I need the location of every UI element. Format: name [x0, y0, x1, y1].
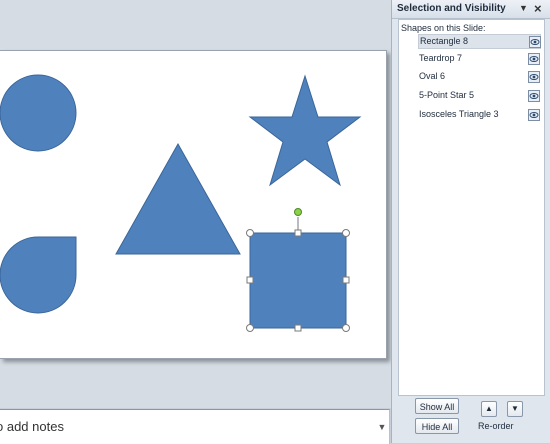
pane-title: Selection and Visibility — [397, 3, 506, 14]
shape-item-label: Rectangle 8 — [420, 36, 469, 46]
triangle-shape[interactable] — [115, 142, 241, 255]
chevron-down-icon[interactable]: ▼ — [519, 3, 528, 13]
reorder-label: Re-order — [478, 421, 514, 431]
shape-list-panel: Shapes on this Slide: Rectangle 8 Teardr… — [398, 19, 545, 396]
shape-item-label: Oval 6 — [419, 71, 446, 81]
eye-icon[interactable] — [528, 71, 540, 83]
side-handle-bottom[interactable] — [294, 324, 302, 332]
hide-all-button[interactable]: Hide All — [415, 418, 459, 434]
scroll-down-icon[interactable]: ▼ — [377, 420, 387, 434]
side-handle-top[interactable] — [294, 229, 302, 237]
rectangle-shape[interactable] — [249, 232, 347, 329]
corner-handle-tl[interactable] — [246, 229, 254, 237]
corner-handle-br[interactable] — [342, 324, 350, 332]
list-heading: Shapes on this Slide: — [401, 23, 486, 33]
arrow-down-icon: ▼ — [511, 404, 519, 413]
shape-item-teardrop[interactable]: Teardrop 7 — [418, 52, 541, 67]
pane-header: Selection and Visibility ▼ × — [392, 0, 550, 19]
teardrop-shape[interactable] — [0, 236, 77, 314]
shape-item-label: 5-Point Star 5 — [419, 90, 475, 100]
eye-icon[interactable] — [528, 109, 540, 121]
shape-item-star[interactable]: 5-Point Star 5 — [418, 89, 541, 104]
rotation-handle[interactable] — [294, 208, 302, 216]
side-handle-left[interactable] — [246, 276, 254, 284]
shape-item-label: Teardrop 7 — [419, 53, 463, 63]
shape-item-triangle[interactable]: Isosceles Triangle 3 — [418, 108, 541, 123]
corner-handle-tr[interactable] — [342, 229, 350, 237]
eye-icon[interactable] — [528, 90, 540, 102]
eye-icon[interactable] — [528, 53, 540, 65]
selection-pane: Selection and Visibility ▼ × Shapes on t… — [391, 0, 550, 443]
arrow-up-icon: ▲ — [485, 404, 493, 413]
close-icon[interactable]: × — [534, 1, 542, 16]
eye-icon[interactable] — [529, 36, 541, 48]
move-down-button[interactable]: ▼ — [507, 401, 523, 417]
side-handle-right[interactable] — [342, 276, 350, 284]
show-all-button[interactable]: Show All — [415, 398, 459, 414]
notes-pane[interactable]: o add notes ▼ — [0, 409, 390, 444]
notes-placeholder[interactable]: o add notes — [0, 419, 64, 434]
oval-shape[interactable] — [0, 74, 77, 152]
shape-item-oval[interactable]: Oval 6 — [418, 70, 541, 85]
slide-canvas[interactable] — [0, 50, 387, 359]
move-up-button[interactable]: ▲ — [481, 401, 497, 417]
shape-item-rectangle[interactable]: Rectangle 8 — [418, 34, 541, 49]
corner-handle-bl[interactable] — [246, 324, 254, 332]
star-shape[interactable] — [248, 74, 362, 187]
shape-item-label: Isosceles Triangle 3 — [419, 109, 499, 119]
slide-workspace — [0, 0, 391, 408]
